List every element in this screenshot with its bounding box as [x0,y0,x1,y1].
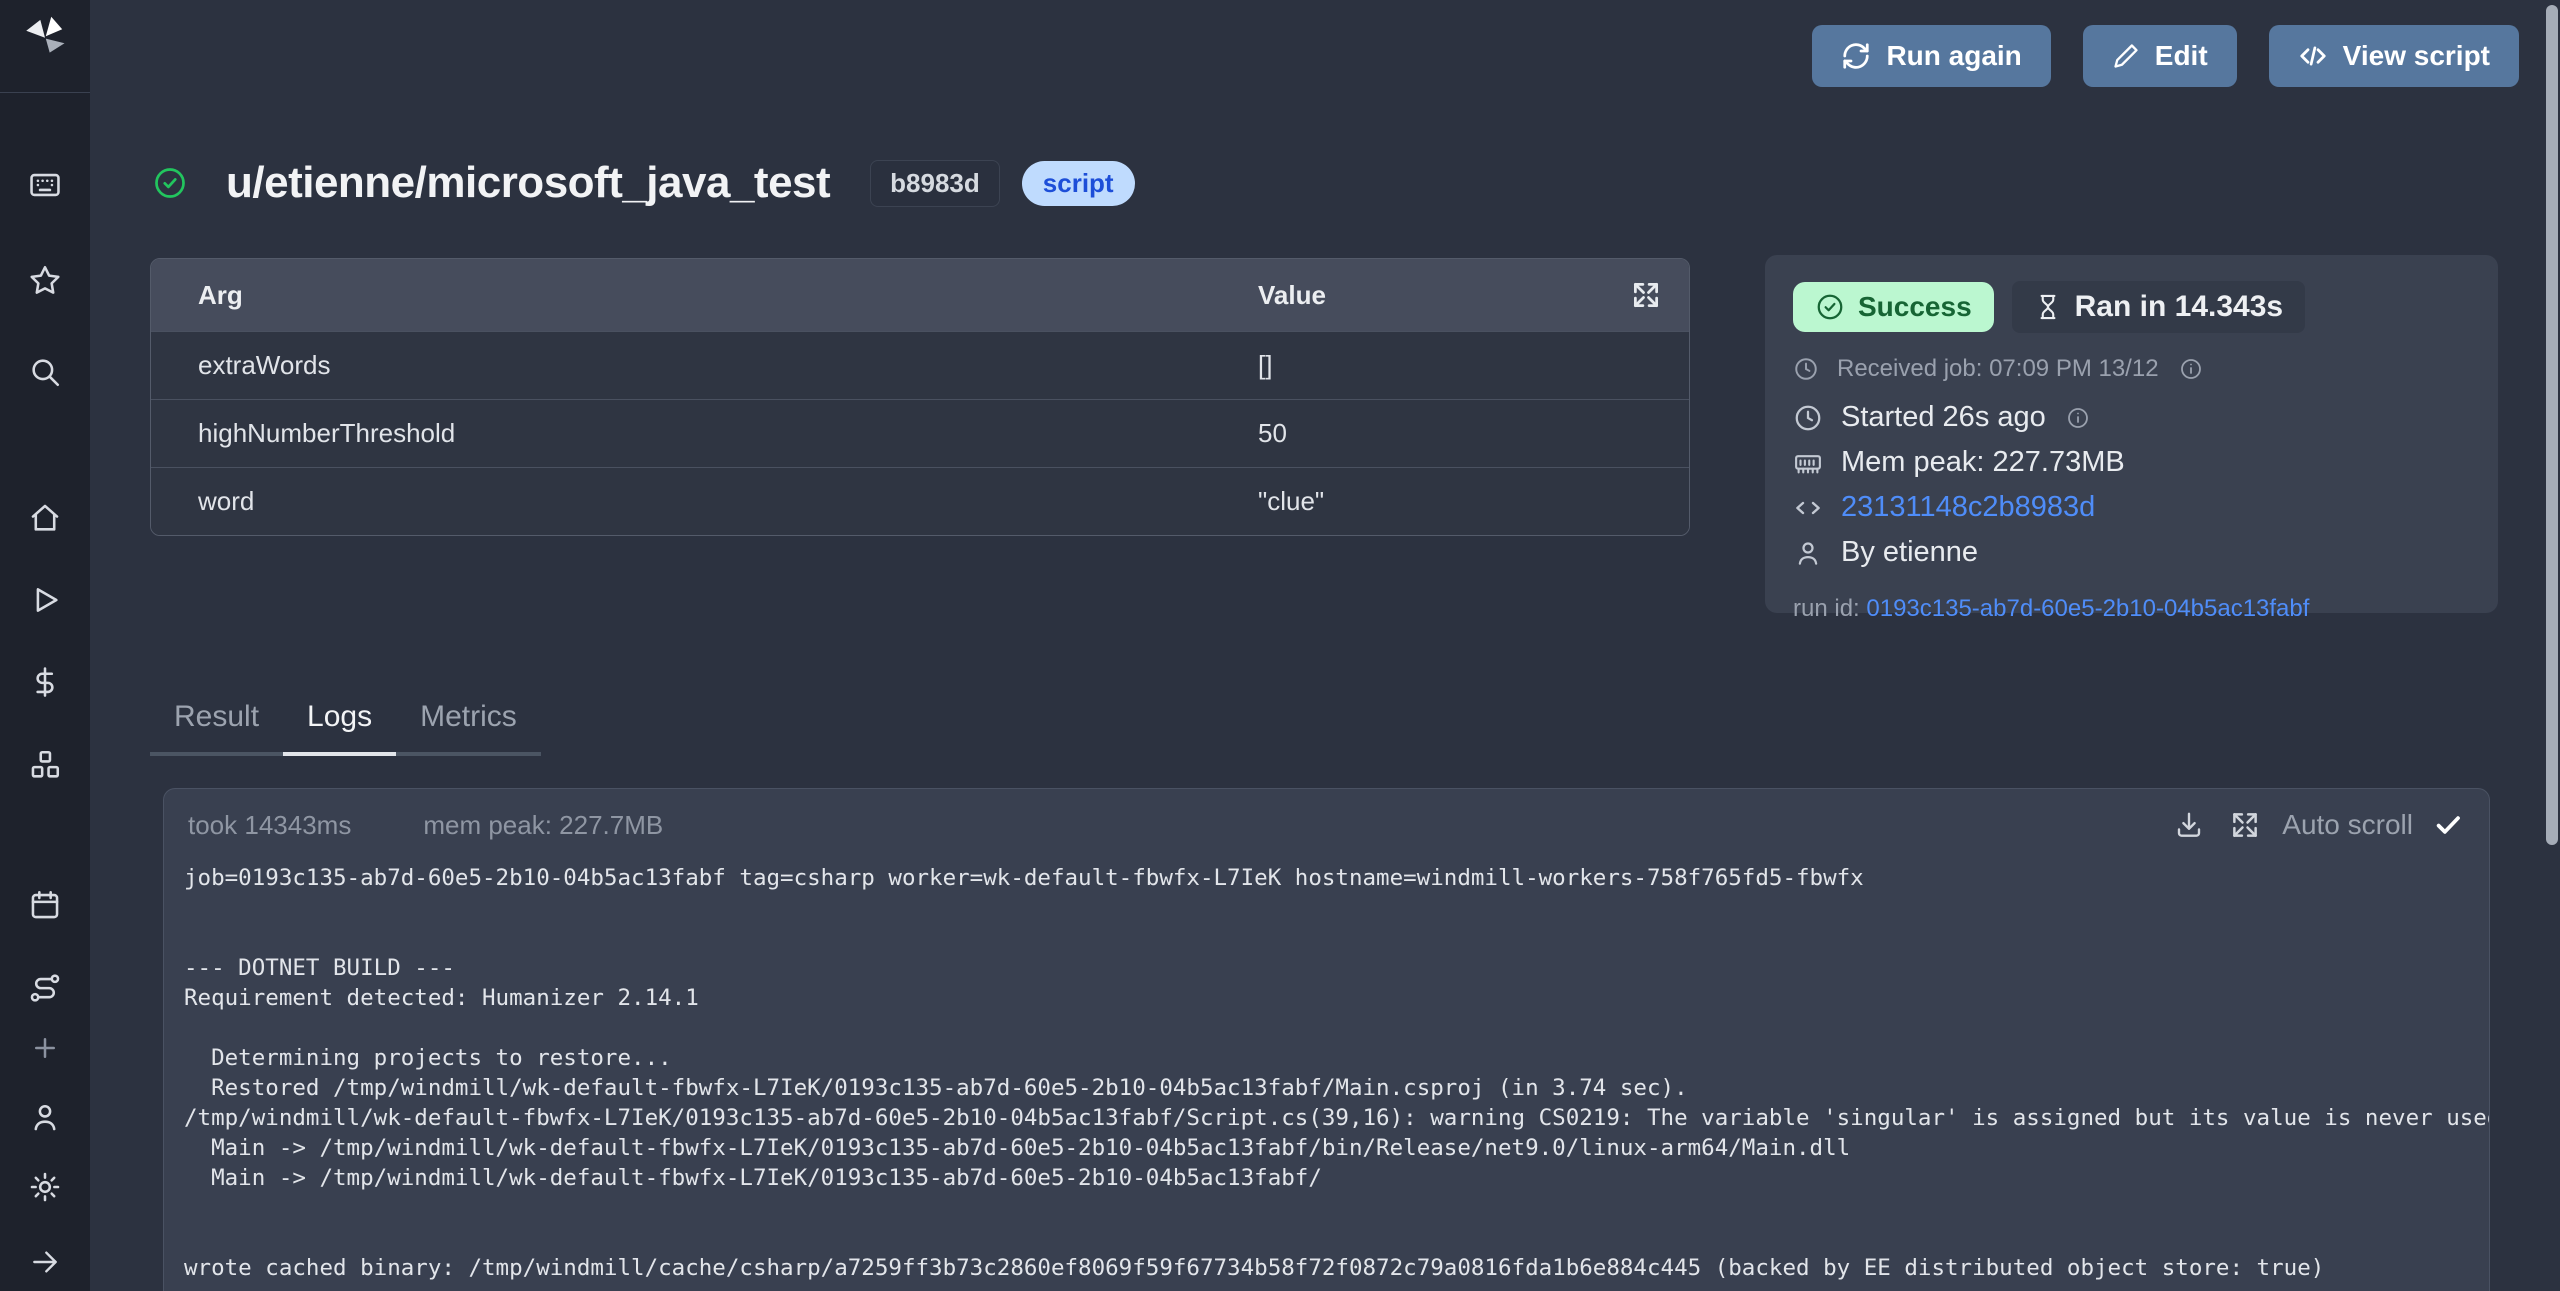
expand-args-icon[interactable] [1631,280,1661,310]
result-tabs: Result Logs Metrics [150,700,541,756]
edit-label: Edit [2155,40,2208,72]
code-icon [2298,41,2328,71]
pencil-icon [2112,42,2140,70]
user-icon [1793,538,1823,568]
windmill-logo[interactable] [20,12,70,62]
auto-scroll-checkbox[interactable] [2433,810,2463,840]
settings-gear-icon[interactable] [28,1170,62,1204]
table-row: extraWords [] [151,331,1689,399]
auto-scroll-label: Auto scroll [2282,809,2413,841]
log-output[interactable]: job=0193c135-ab7d-60e5-2b10-04b5ac13fabf… [164,863,2489,1283]
mem-peak-label: Mem peak: 227.73MB [1841,446,2125,479]
run-again-label: Run again [1886,40,2021,72]
args-col-arg: Arg [151,280,1258,311]
tab-logs[interactable]: Logs [283,700,396,756]
sidebar [0,0,90,1291]
page-scrollbar[interactable] [2546,5,2558,845]
title-row: u/etienne/microsoft_java_test b8983d scr… [152,158,1135,208]
info-icon[interactable] [2179,357,2203,381]
sidebar-divider [0,92,90,93]
view-script-button[interactable]: View script [2269,25,2519,87]
favorites-star-icon[interactable] [28,263,62,297]
expand-arrow-icon[interactable] [29,1246,61,1278]
run-again-button[interactable]: Run again [1812,25,2050,87]
search-icon[interactable] [28,355,62,389]
success-check-icon [152,165,188,201]
tab-metrics[interactable]: Metrics [396,700,541,756]
arg-value: 50 [1258,418,1689,449]
status-label: Success [1858,291,1972,323]
home-icon[interactable] [28,501,62,535]
args-table-header: Arg Value [151,259,1689,331]
log-mem-peak-label: mem peak: 227.7MB [423,810,663,841]
resources-cubes-icon[interactable] [28,748,62,782]
page-title: u/etienne/microsoft_java_test [226,158,830,208]
runs-play-icon[interactable] [28,583,62,617]
arg-name: extraWords [151,350,1258,381]
run-id-row: run id: 0193c135-ab7d-60e5-2b10-04b5ac13… [1793,595,2470,623]
tab-result[interactable]: Result [150,700,283,756]
memory-icon [1793,448,1823,478]
args-table: Arg Value extraWords [] highNumberThresh… [150,258,1690,536]
run-info-panel: Success Ran in 14.343s Received job: 07:… [1765,255,2498,613]
duration-chip: Ran in 14.343s [2012,281,2305,333]
hourglass-icon [2034,293,2062,321]
variables-dollar-icon[interactable] [28,665,62,699]
arg-name: highNumberThreshold [151,418,1258,449]
info-icon[interactable] [2066,406,2090,430]
received-job-label: Received job: 07:09 PM 13/12 [1837,355,2159,383]
workflows-route-icon[interactable] [28,971,62,1005]
author-label: By etienne [1841,536,1978,569]
view-script-label: View script [2343,40,2490,72]
arg-value: "clue" [1258,486,1689,517]
apps-icon[interactable] [28,168,62,202]
code-icon [1793,493,1823,523]
log-panel: took 14343ms mem peak: 227.7MB Auto scro… [163,788,2490,1291]
check-circle-icon [1815,292,1845,322]
run-id-link[interactable]: 0193c135-ab7d-60e5-2b10-04b5ac13fabf [1866,595,2309,622]
schedules-calendar-icon[interactable] [28,888,62,922]
clock-icon [1793,356,1819,382]
run-id-label: run id: [1793,595,1866,622]
status-badge: Success [1793,282,1994,332]
arg-name: word [151,486,1258,517]
expand-log-icon[interactable] [2230,810,2260,840]
clock-icon [1793,403,1823,433]
edit-button[interactable]: Edit [2083,25,2237,87]
download-icon[interactable] [2174,810,2204,840]
table-row: word "clue" [151,467,1689,535]
version-hash-badge[interactable]: b8983d [870,160,1000,207]
duration-label: Ran in 14.343s [2075,290,2283,324]
header-actions: Run again Edit View script [1812,25,2519,87]
started-label: Started 26s ago [1841,401,2046,434]
args-col-value: Value [1258,280,1689,311]
table-row: highNumberThreshold 50 [151,399,1689,467]
script-hash-link[interactable]: 23131148c2b8983d [1841,491,2095,524]
script-kind-badge[interactable]: script [1022,161,1135,206]
log-took-label: took 14343ms [188,810,351,841]
refresh-icon [1841,41,1871,71]
add-plus-icon[interactable] [30,1033,60,1063]
arg-value: [] [1258,350,1689,381]
user-icon[interactable] [28,1100,62,1134]
